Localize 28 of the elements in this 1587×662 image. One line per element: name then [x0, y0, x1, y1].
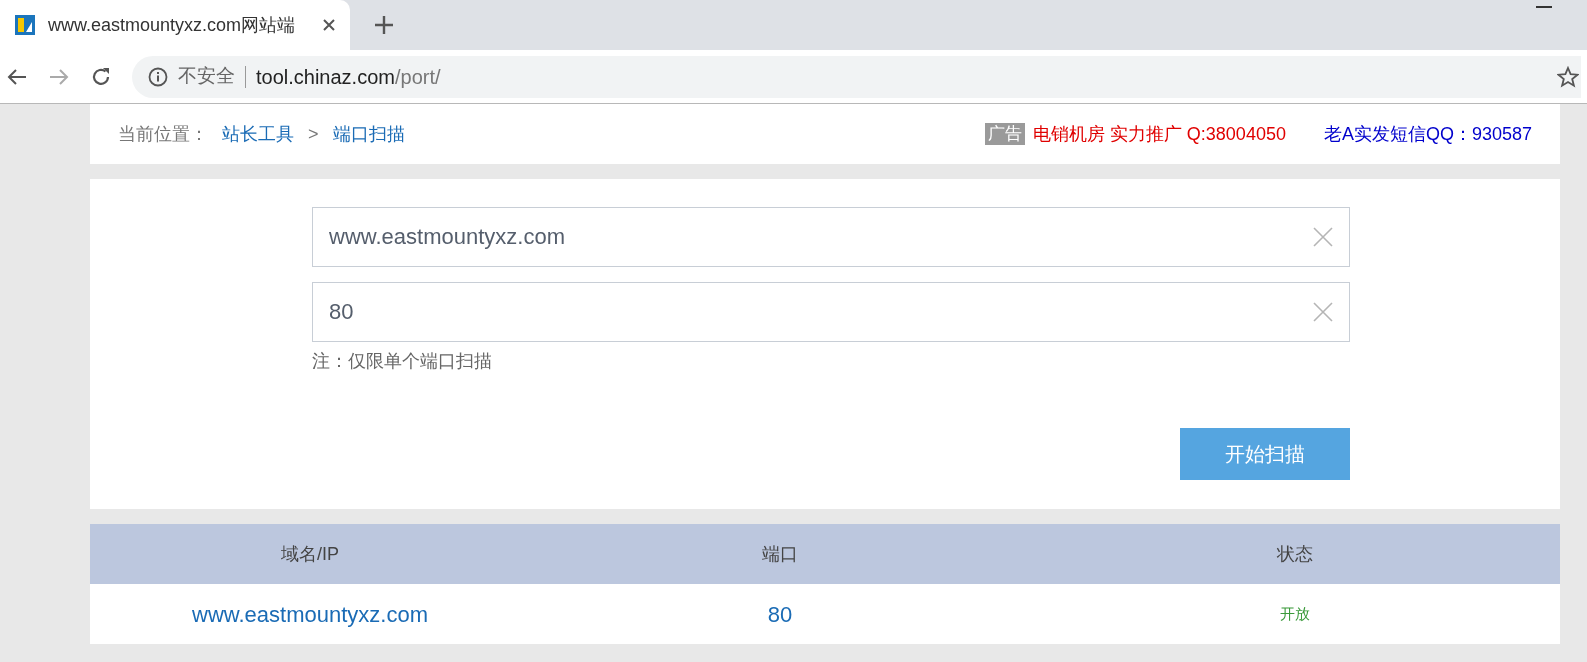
column-header: 域名/IP — [280, 542, 340, 566]
minimize-icon[interactable] — [1536, 6, 1552, 10]
host-field[interactable]: www.eastmountyxz.com — [312, 207, 1350, 267]
url-text: tool.chinaz.com/port/ — [256, 64, 441, 90]
ad-link[interactable]: 老A实发短信QQ：930587 — [1323, 120, 1532, 148]
star-icon[interactable] — [1557, 65, 1579, 88]
table-cell-text: 80 — [766, 600, 794, 629]
reload-icon[interactable] — [90, 65, 112, 88]
column-header: 状态 — [1276, 542, 1314, 566]
table-cell-text: 开放 — [1279, 603, 1311, 624]
column-header: 端口 — [761, 542, 799, 566]
close-icon[interactable] — [322, 18, 336, 32]
table-cell-text: www.eastmountyxz.com — [191, 600, 429, 629]
ad-tag: 广告 — [984, 123, 1025, 145]
breadcrumb-link[interactable]: 站长工具 — [222, 120, 294, 148]
breadcrumb-separator: > — [308, 122, 319, 146]
port-field[interactable]: 80 — [312, 282, 1350, 342]
security-label: 不安全 — [178, 64, 235, 89]
address-bar[interactable]: 不安全 tool.chinaz.com/port/ — [132, 55, 1581, 98]
breadcrumb-link[interactable]: 端口扫描 — [332, 120, 405, 148]
tab-title: www.eastmountyxz.com网站端 — [48, 13, 297, 37]
info-icon[interactable] — [148, 66, 168, 87]
site-logo-icon — [14, 14, 36, 36]
breadcrumb-label: 当前位置： — [118, 122, 208, 146]
new-tab-icon[interactable] — [374, 15, 394, 35]
browser-tab[interactable]: www.eastmountyxz.com网站端 — [0, 0, 350, 50]
ad-link[interactable]: 电销机房 实力推广 Q:38004050 — [1032, 120, 1286, 148]
note-text: 注：仅限单个端口扫描 — [312, 350, 493, 373]
